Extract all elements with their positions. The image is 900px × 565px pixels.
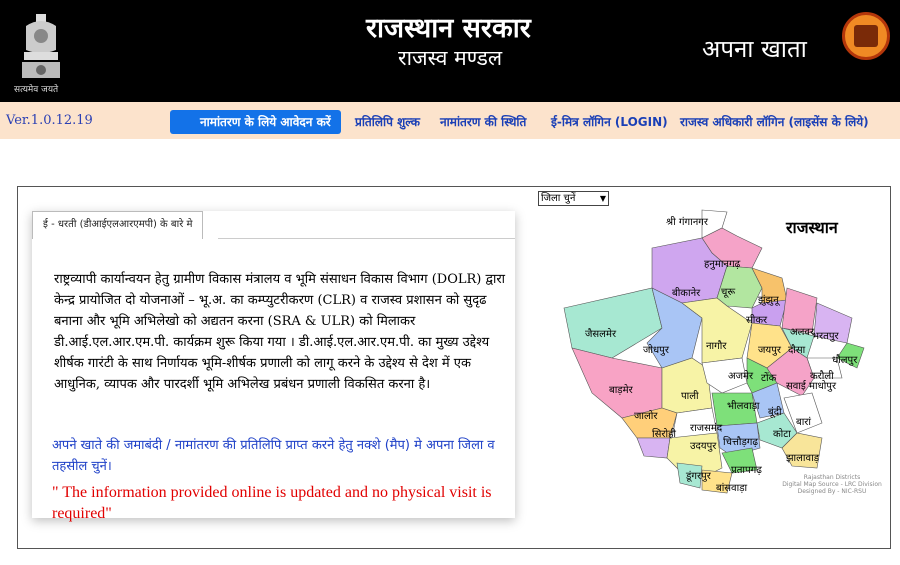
map-district-1[interactable]: श्री गंगानगर [666, 214, 708, 228]
map-district-4[interactable]: चूरू [721, 284, 735, 298]
map-district-12[interactable]: जयपुर [758, 342, 781, 356]
map-district-8[interactable]: भरतपुर [812, 328, 839, 342]
map-district-17[interactable]: पाली [681, 388, 699, 402]
map-district-23[interactable]: राजसमंद [690, 420, 722, 434]
map-district-5[interactable]: झुंझुनू [758, 292, 779, 306]
app-name: अपना खाता [702, 35, 807, 63]
nav-bar: Ver.1.0.12.19 नामांतरण के लिये आवेदन करे… [0, 102, 900, 139]
nav-apply-mutation[interactable]: नामांतरण के लिये आवेदन करें [170, 110, 341, 134]
map-title: राजस्थान [786, 218, 838, 237]
map-district-20[interactable]: सवाई माधोपुर [786, 378, 836, 392]
map-district-14[interactable]: धौलपुर [832, 352, 857, 366]
map-district-2[interactable]: हनुमानगढ़ [704, 256, 740, 270]
map-district-33[interactable]: बांसवाड़ा [716, 480, 747, 494]
map-district-27[interactable]: कोटा [773, 426, 791, 440]
tab-about-edharti[interactable]: ई - धरती (डीआईएलआरएमपी) के बारे मे [32, 211, 204, 239]
nav-emitra-login[interactable]: ई-मित्र लॉगिन (LOGIN) [551, 110, 668, 134]
map-district-16[interactable]: बाड़मेर [609, 382, 633, 396]
district-select-value: जिला चुनें [541, 193, 576, 204]
nav-mutation-status[interactable]: नामांतरण की स्थिति [440, 110, 526, 134]
map-district-26[interactable]: बारां [796, 414, 811, 428]
map-credit: Rajasthan Districts Digital Map Source -… [782, 474, 882, 495]
national-emblem-icon [22, 14, 60, 78]
map-district-18[interactable]: अजमेर [728, 368, 753, 382]
map-district-24[interactable]: भीलवाड़ा [727, 398, 760, 412]
version-label: Ver.1.0.12.19 [6, 113, 93, 128]
emblem-motto: सत्यमेव जयते [14, 85, 59, 95]
map-district-13[interactable]: दौसा [788, 342, 805, 356]
info-card: ई - धरती (डीआईएलआरएमपी) के बारे मे राष्ट… [32, 211, 515, 522]
page-title: राजस्थान सरकार [366, 13, 531, 44]
revenue-board-logo-icon [842, 12, 890, 60]
about-paragraph: राष्ट्रव्यापी कार्यान्वयन हेतु ग्रामीण व… [54, 272, 506, 392]
online-notice: " The information provided online is upd… [52, 484, 492, 522]
map-district-30[interactable]: झालावाड़ [786, 450, 819, 464]
map-district-22[interactable]: सिरोही [652, 426, 676, 440]
map-district-3[interactable]: बीकानेर [672, 285, 700, 299]
map-district-6[interactable]: सीकर [746, 312, 767, 326]
map-district-21[interactable]: जालोर [634, 408, 657, 422]
map-credit-line: Digital Map Source - LRC Division [782, 481, 882, 488]
district-select[interactable]: जिला चुनें ▼ [538, 191, 609, 206]
page-subtitle: राजस्व मण्डल [398, 46, 503, 70]
map-district-10[interactable]: जोधपुर [643, 342, 669, 356]
map-district-32[interactable]: डूंगरपुर [686, 468, 711, 482]
map-district-11[interactable]: नागौर [706, 338, 726, 352]
map-district-19[interactable]: टोंक [761, 370, 776, 384]
map-credit-line: Rajasthan Districts [803, 474, 861, 481]
nav-copy-fee[interactable]: प्रतिलिपि शुल्क [355, 110, 420, 134]
nav-revenue-officer-login[interactable]: राजस्व अधिकारी लॉगिन (लाइसेंस के लिये) [680, 110, 869, 134]
map-region-22[interactable] [636, 437, 671, 459]
map-district-7[interactable]: अलवर [790, 324, 814, 338]
map-district-25[interactable]: बूंदी [768, 404, 782, 418]
map-district-9[interactable]: जैसलमेर [585, 326, 616, 340]
map-instruction: अपने खाते की जमाबंदी / नामांतरण की प्रति… [52, 438, 495, 474]
tab-divider [218, 238, 515, 239]
header-bar: सत्यमेव जयते राजस्थान सरकार राजस्व मण्डल… [0, 0, 900, 102]
chevron-down-icon: ▼ [599, 194, 606, 203]
map-district-29[interactable]: चित्तौड़गढ़ [723, 434, 758, 448]
map-district-31[interactable]: प्रतापगढ़ [731, 462, 762, 476]
map-credit-line: Designed By - NIC-RSU [797, 488, 867, 495]
map-district-28[interactable]: उदयपुर [690, 438, 716, 452]
